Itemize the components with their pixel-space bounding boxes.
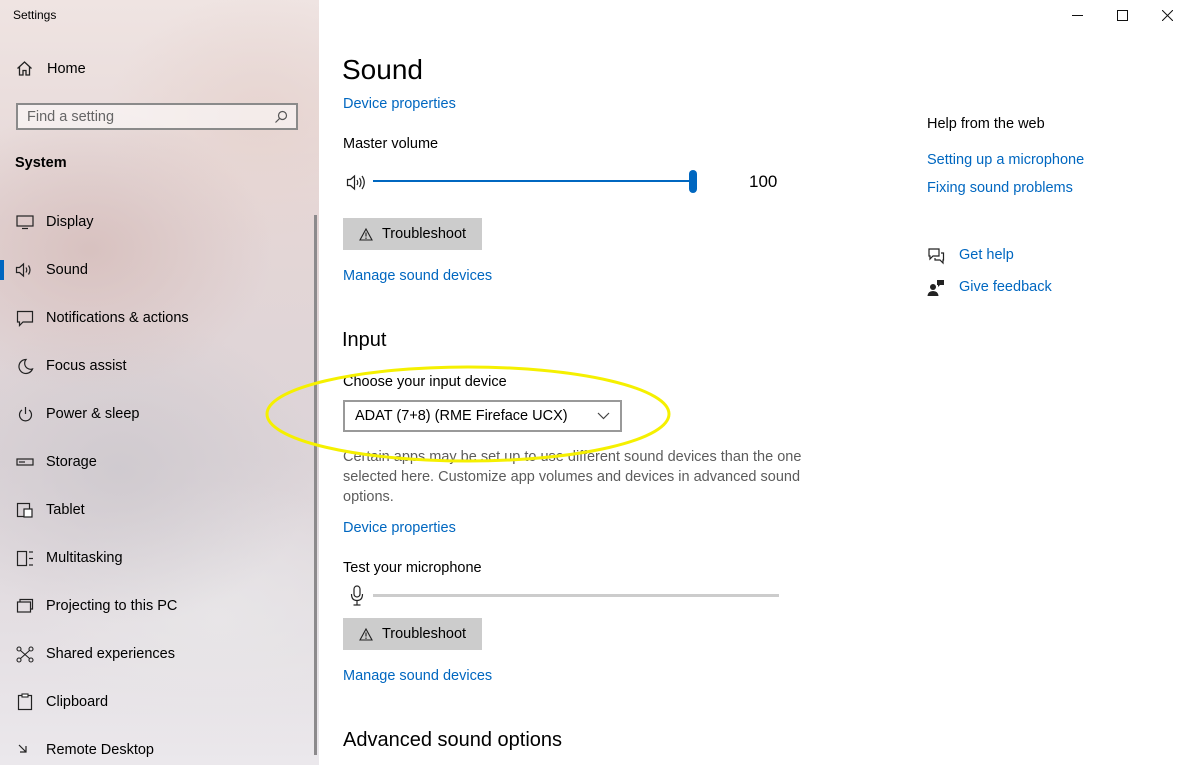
sidebar-item-label: Storage bbox=[46, 454, 97, 470]
sidebar-item-label: Shared experiences bbox=[46, 646, 175, 662]
close-button[interactable] bbox=[1144, 0, 1184, 30]
output-device-properties-link[interactable]: Device properties bbox=[343, 96, 456, 112]
master-volume-value: 100 bbox=[749, 172, 778, 191]
sidebar-item-notifications[interactable]: Notifications & actions bbox=[0, 294, 319, 342]
troubleshoot-label: Troubleshoot bbox=[381, 626, 467, 642]
master-volume-slider[interactable] bbox=[373, 180, 694, 182]
notification-icon bbox=[15, 308, 35, 328]
sidebar-item-label: Focus assist bbox=[46, 358, 127, 374]
help-link-sound-problems[interactable]: Fixing sound problems bbox=[927, 180, 1073, 196]
give-feedback-link[interactable]: Give feedback bbox=[959, 279, 1052, 295]
chevron-down-icon bbox=[597, 412, 610, 420]
section-heading: System bbox=[15, 155, 67, 171]
search-box[interactable] bbox=[16, 103, 298, 130]
minimize-icon bbox=[1071, 14, 1083, 16]
sidebar-item-label: Notifications & actions bbox=[46, 310, 189, 326]
get-help-link[interactable]: Get help bbox=[959, 247, 1014, 263]
shared-icon bbox=[15, 644, 35, 664]
maximize-icon bbox=[1116, 9, 1128, 21]
microphone-icon bbox=[350, 585, 364, 606]
speaker-icon[interactable] bbox=[346, 174, 368, 191]
manage-output-devices-link[interactable]: Manage sound devices bbox=[343, 268, 492, 284]
storage-icon bbox=[15, 452, 35, 472]
page-title: Sound bbox=[342, 54, 423, 85]
sidebar-item-clipboard[interactable]: Clipboard bbox=[0, 678, 319, 726]
sidebar-item-focus-assist[interactable]: Focus assist bbox=[0, 342, 319, 390]
sidebar-item-sound[interactable]: Sound bbox=[0, 246, 319, 294]
sidebar-item-remote-desktop[interactable]: Remote Desktop bbox=[0, 726, 319, 774]
clipboard-icon bbox=[15, 692, 35, 712]
feedback-icon bbox=[927, 280, 944, 296]
multitasking-icon bbox=[15, 548, 35, 568]
input-device-dropdown[interactable]: ADAT (7+8) (RME Fireface UCX) bbox=[343, 400, 622, 432]
troubleshoot-input-button[interactable]: Troubleshoot bbox=[343, 618, 482, 650]
sidebar-item-label: Power & sleep bbox=[46, 406, 140, 422]
help-link-microphone[interactable]: Setting up a microphone bbox=[927, 152, 1084, 168]
search-icon[interactable] bbox=[274, 110, 288, 124]
monitor-icon bbox=[15, 212, 35, 232]
moon-icon bbox=[15, 356, 35, 376]
projecting-icon bbox=[15, 596, 35, 616]
sidebar-item-label: Multitasking bbox=[46, 550, 123, 566]
app-title: Settings bbox=[13, 8, 57, 22]
maximize-button[interactable] bbox=[1099, 0, 1145, 30]
minimize-button[interactable] bbox=[1054, 0, 1100, 30]
sidebar-scrollbar[interactable] bbox=[314, 215, 317, 755]
sidebar-item-storage[interactable]: Storage bbox=[0, 438, 319, 486]
manage-input-devices-link[interactable]: Manage sound devices bbox=[343, 668, 492, 684]
get-help-icon bbox=[928, 248, 945, 265]
advanced-sound-heading: Advanced sound options bbox=[343, 729, 563, 751]
tablet-icon bbox=[15, 500, 35, 520]
sidebar-item-projecting[interactable]: Projecting to this PC bbox=[0, 582, 319, 630]
sidebar-item-label: Remote Desktop bbox=[46, 742, 154, 758]
remote-desktop-icon bbox=[15, 740, 35, 760]
choose-input-label: Choose your input device bbox=[343, 374, 507, 390]
power-icon bbox=[15, 404, 35, 424]
sidebar-item-shared-experiences[interactable]: Shared experiences bbox=[0, 630, 319, 678]
input-description: Certain apps may be set up to use differ… bbox=[343, 449, 802, 505]
input-device-properties-link[interactable]: Device properties bbox=[343, 520, 456, 536]
speaker-icon bbox=[15, 260, 35, 280]
master-volume-thumb[interactable] bbox=[689, 170, 697, 193]
sidebar-item-multitasking[interactable]: Multitasking bbox=[0, 534, 319, 582]
sidebar: Settings Home System Display Sound bbox=[0, 0, 319, 765]
sidebar-item-label: Projecting to this PC bbox=[46, 598, 178, 614]
sidebar-item-tablet[interactable]: Tablet bbox=[0, 486, 319, 534]
warning-icon bbox=[359, 627, 373, 641]
input-heading: Input bbox=[342, 329, 387, 351]
sidebar-nav: Display Sound Notifications & actions Fo… bbox=[0, 198, 319, 774]
help-heading: Help from the web bbox=[927, 116, 1045, 132]
close-icon bbox=[1161, 9, 1173, 21]
master-volume-label: Master volume bbox=[343, 136, 439, 152]
search-input[interactable] bbox=[27, 108, 257, 125]
input-device-value: ADAT (7+8) (RME Fireface UCX) bbox=[355, 408, 568, 424]
warning-icon bbox=[359, 227, 373, 241]
sidebar-item-label: Sound bbox=[46, 262, 88, 278]
sidebar-item-label: Clipboard bbox=[46, 694, 109, 710]
sidebar-item-label: Display bbox=[46, 214, 94, 230]
microphone-level-bar bbox=[373, 594, 779, 597]
sidebar-item-display[interactable]: Display bbox=[0, 198, 319, 246]
home-label: Home bbox=[47, 60, 86, 77]
home-icon bbox=[17, 61, 32, 76]
troubleshoot-output-button[interactable]: Troubleshoot bbox=[343, 218, 482, 250]
sidebar-item-power-sleep[interactable]: Power & sleep bbox=[0, 390, 319, 438]
test-microphone-label: Test your microphone bbox=[343, 560, 482, 576]
sidebar-item-label: Tablet bbox=[46, 502, 85, 518]
sidebar-home[interactable]: Home bbox=[16, 60, 86, 77]
troubleshoot-label: Troubleshoot bbox=[381, 226, 467, 242]
